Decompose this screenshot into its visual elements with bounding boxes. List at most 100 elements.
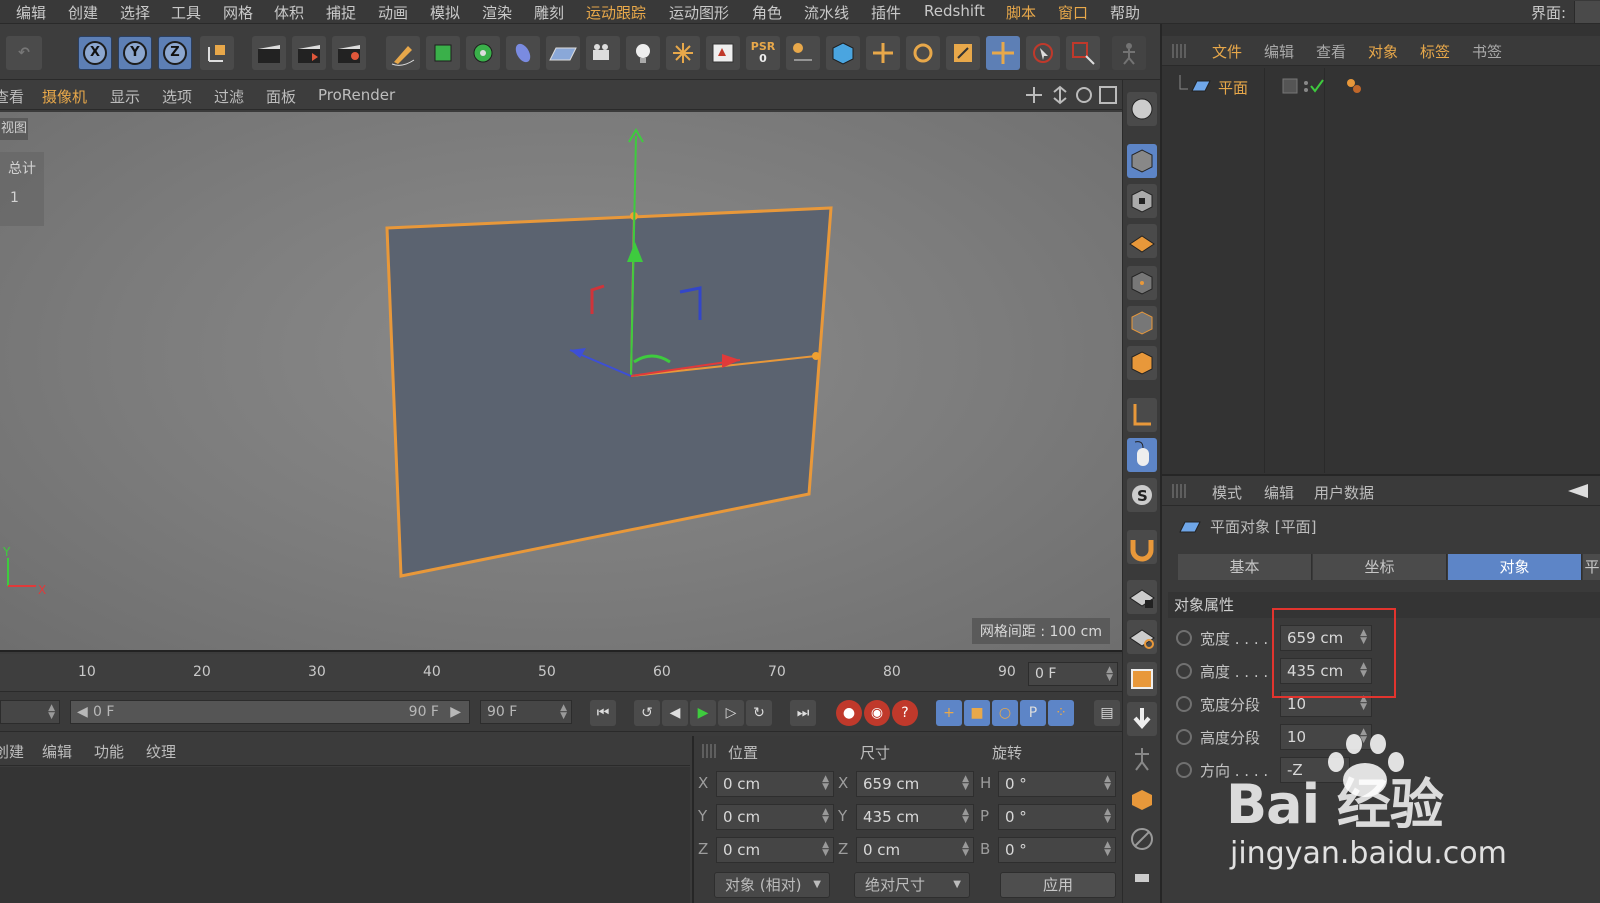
menu-select[interactable]: 选择	[120, 2, 150, 23]
viewport-nav-icons[interactable]	[1024, 84, 1120, 106]
height-segments-field[interactable]: 10 ▲ ▼	[1280, 724, 1372, 750]
key-scale-button[interactable]: ■	[964, 700, 990, 726]
record-keys-button[interactable]: ●	[836, 700, 862, 726]
lock-workplane-button[interactable]	[1127, 580, 1157, 614]
layout-dropdown[interactable]	[1574, 1, 1600, 23]
move-tool-button[interactable]	[866, 36, 900, 70]
python-button[interactable]	[1127, 862, 1157, 896]
size-mode-dropdown[interactable]: 绝对尺寸 ▼	[854, 872, 970, 898]
preview-range-slider[interactable]: ◀ 0 F 90 F ▶	[70, 700, 470, 724]
scene-effector-button[interactable]	[666, 36, 700, 70]
no-entry-button[interactable]	[1127, 822, 1157, 856]
workplane-rotate-button[interactable]	[1127, 620, 1157, 654]
spinner-icon[interactable]: ▲ ▼	[962, 775, 969, 792]
menu-character[interactable]: 角色	[752, 2, 782, 23]
attr-menu-mode[interactable]: 模式	[1212, 482, 1242, 503]
plane-object[interactable]	[385, 206, 833, 578]
previous-frame-button[interactable]: ◀	[662, 700, 688, 726]
make-editable-button[interactable]	[1127, 92, 1157, 126]
spinner-icon[interactable]: ▲ ▼	[1104, 775, 1111, 792]
key-selection-button[interactable]: ?	[892, 700, 918, 726]
tweak-button[interactable]	[1112, 36, 1146, 70]
obj-menu-edit[interactable]: 编辑	[1264, 41, 1294, 62]
menu-volume[interactable]: 体积	[274, 2, 304, 23]
spinner-icon[interactable]: ▲ ▼	[1106, 666, 1113, 683]
subdivision-button[interactable]	[466, 36, 500, 70]
deformer-button[interactable]	[506, 36, 540, 70]
scale-tool-button[interactable]	[946, 36, 980, 70]
y-axis-lock-button[interactable]: Y	[118, 36, 152, 70]
size-x-field[interactable]: 659 cm ▲ ▼	[856, 771, 974, 797]
obj-menu-objects[interactable]: 对象	[1368, 41, 1398, 62]
orientation-dropdown[interactable]: -Z	[1280, 757, 1350, 783]
texture-mode-button[interactable]	[1127, 184, 1157, 218]
spinner-icon[interactable]: ▲ ▼	[962, 841, 969, 858]
viewport-menu-panel[interactable]: 面板	[266, 86, 296, 107]
object-name[interactable]: 平面	[1218, 77, 1248, 98]
go-to-start-button[interactable]: ⏮	[590, 700, 616, 726]
viewport-menu-display[interactable]: 显示	[110, 86, 140, 107]
menu-simulate[interactable]: 模拟	[430, 2, 460, 23]
live-selection-button[interactable]	[1026, 36, 1060, 70]
psr-button[interactable]: PSR 0	[746, 36, 780, 70]
play-button[interactable]: ▶	[690, 700, 716, 726]
light-button[interactable]	[626, 36, 660, 70]
viewport-menu-camera[interactable]: 摄像机	[42, 86, 87, 107]
viewport-menu-filter[interactable]: 过滤	[214, 86, 244, 107]
viewport-menu-view[interactable]: 查看	[0, 86, 24, 107]
coordinate-system-button[interactable]	[200, 36, 234, 70]
current-frame-field[interactable]: 0 F ▲ ▼	[1028, 662, 1118, 686]
rotation-p-field[interactable]: 0 ° ▲ ▼	[998, 804, 1116, 830]
tab-object[interactable]: 对象	[1448, 554, 1582, 580]
range-start-arrow-icon[interactable]: ◀	[77, 701, 88, 723]
solo-mode-button[interactable]: S	[1127, 478, 1157, 512]
height-segments-anim-radio[interactable]	[1176, 729, 1192, 745]
menu-redshift[interactable]: Redshift	[924, 2, 985, 20]
menu-edit[interactable]: 编辑	[16, 2, 46, 23]
character-tool-button[interactable]	[1127, 742, 1157, 776]
spinner-icon[interactable]: ▲ ▼	[822, 841, 829, 858]
z-axis-lock-button[interactable]: Z	[158, 36, 192, 70]
next-key-button[interactable]: ↻	[746, 700, 772, 726]
previous-key-button[interactable]: ↺	[634, 700, 660, 726]
spinner-icon[interactable]: ▲ ▼	[962, 808, 969, 825]
orientation-anim-radio[interactable]	[1176, 762, 1192, 778]
mat-menu-edit[interactable]: 编辑	[42, 741, 72, 762]
spinner-icon[interactable]: ▲ ▼	[1104, 841, 1111, 858]
tab-basic[interactable]: 基本	[1178, 554, 1312, 580]
timeline-ruler[interactable]: 10 20 30 40 50 60 70 80 90 0 F ▲ ▼	[0, 654, 1122, 692]
render-to-picture-viewer-button[interactable]	[292, 36, 326, 70]
menu-render[interactable]: 渲染	[482, 2, 512, 23]
download-button[interactable]	[1127, 702, 1157, 736]
obj-menu-file[interactable]: 文件	[1212, 41, 1242, 62]
rotation-b-field[interactable]: 0 ° ▲ ▼	[998, 837, 1116, 863]
viewport-menu-prorender[interactable]: ProRender	[318, 86, 395, 104]
layer-icon[interactable]	[1282, 78, 1298, 94]
menu-tools[interactable]: 工具	[171, 2, 201, 23]
floor-button[interactable]	[546, 36, 580, 70]
menu-help[interactable]: 帮助	[1110, 2, 1140, 23]
mat-menu-function[interactable]: 功能	[94, 741, 124, 762]
snap-button[interactable]	[1127, 530, 1157, 564]
rotation-h-field[interactable]: 0 ° ▲ ▼	[998, 771, 1116, 797]
mat-menu-texture[interactable]: 纹理	[146, 741, 176, 762]
obj-menu-bookmarks[interactable]: 书签	[1472, 41, 1502, 62]
x-axis-lock-button[interactable]: X	[78, 36, 112, 70]
tab-coord[interactable]: 坐标	[1313, 554, 1447, 580]
grip-icon[interactable]	[1172, 484, 1186, 498]
menu-sculpt[interactable]: 雕刻	[534, 2, 564, 23]
obj-menu-view[interactable]: 查看	[1316, 41, 1346, 62]
material-list[interactable]	[0, 767, 690, 903]
object-row-plane[interactable]: 平面	[1176, 75, 1596, 97]
key-parameter-button[interactable]: P	[1020, 700, 1046, 726]
cube-primitive-button[interactable]	[426, 36, 460, 70]
rectangle-selection-button[interactable]	[1066, 36, 1100, 70]
attr-menu-userdata[interactable]: 用户数据	[1314, 482, 1374, 503]
width-anim-radio[interactable]	[1176, 630, 1192, 646]
viewport-menu-options[interactable]: 选项	[162, 86, 192, 107]
timeline-layout-button[interactable]: ▤	[1094, 700, 1120, 726]
pen-tool-button[interactable]	[386, 36, 420, 70]
menu-snap[interactable]: 捕捉	[326, 2, 356, 23]
position-z-field[interactable]: 0 cm ▲ ▼	[716, 837, 834, 863]
menu-pipeline[interactable]: 流水线	[804, 2, 849, 23]
